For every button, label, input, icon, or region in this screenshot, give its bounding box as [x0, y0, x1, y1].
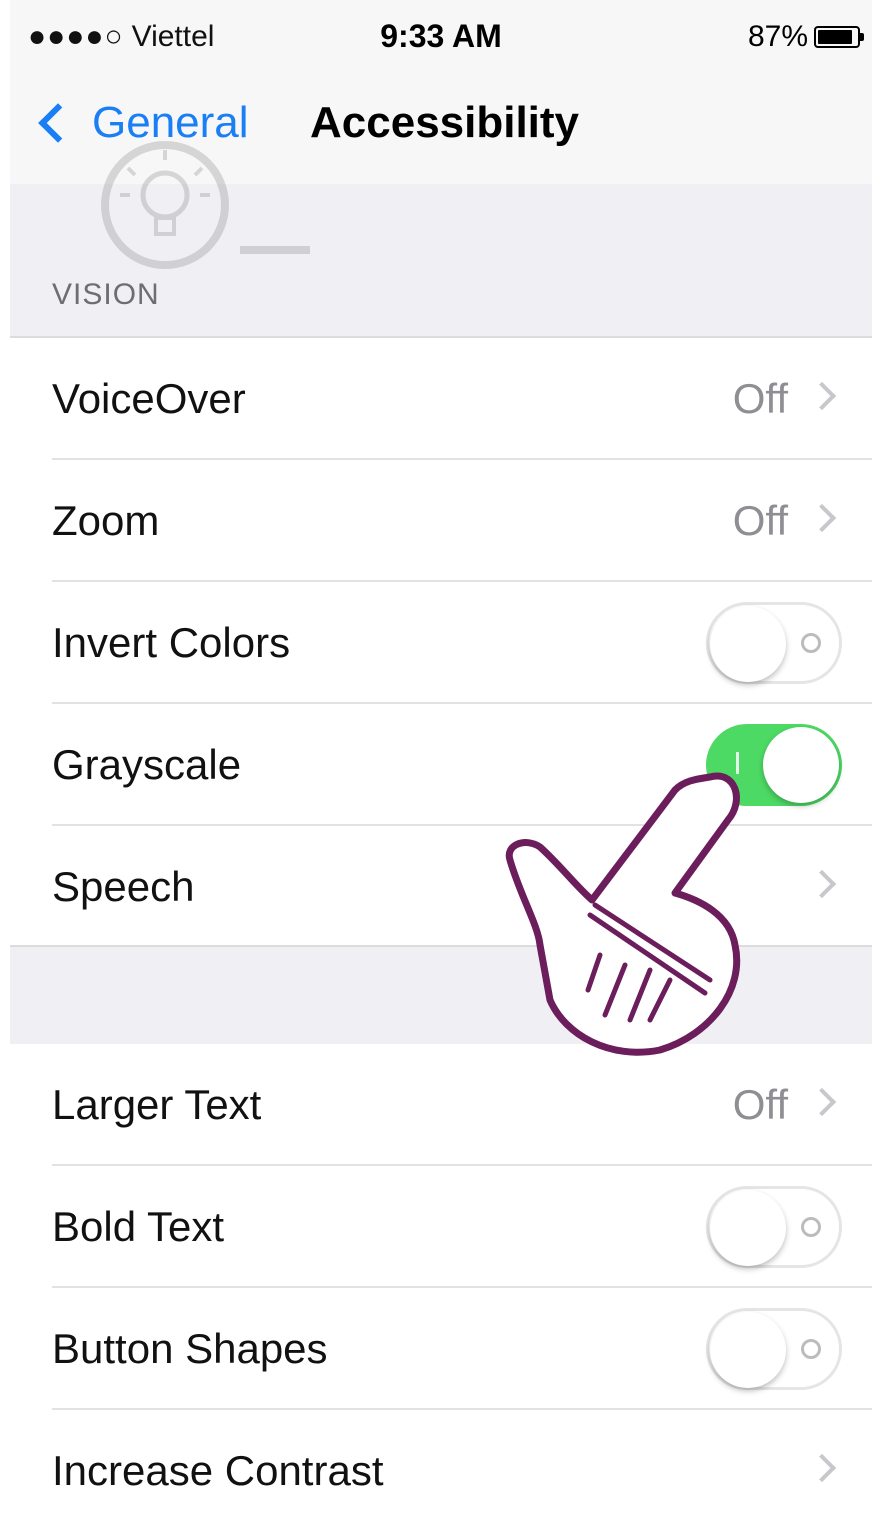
grayscale-toggle[interactable]: [706, 724, 842, 806]
bold-text-toggle[interactable]: [706, 1186, 842, 1268]
row-label: VoiceOver: [52, 375, 246, 422]
navigation-bar: General Accessibility: [10, 80, 872, 186]
section-header-vision: VISION: [10, 184, 872, 338]
row-label: Larger Text: [52, 1081, 262, 1128]
text-settings-group: Larger Text Off Bold Text Button Shapes Incr…: [10, 1044, 872, 1532]
battery-percent: 87%: [747, 20, 808, 53]
chevron-right-icon: [807, 503, 837, 533]
chevron-right-icon: [807, 869, 837, 899]
row-label: Invert Colors: [52, 619, 291, 666]
row-label: Increase Contrast: [52, 1447, 384, 1494]
battery-indicator: 87%: [747, 20, 864, 54]
settings-row-speech[interactable]: Speech: [10, 826, 872, 948]
invert-colors-toggle[interactable]: [706, 602, 842, 684]
row-value: Off: [732, 1081, 788, 1128]
section-header-label: VISION: [52, 278, 160, 311]
row-value: Off: [732, 375, 788, 422]
settings-row-invert-colors: Invert Colors: [10, 582, 872, 704]
row-label: Bold Text: [52, 1203, 224, 1250]
row-label: Speech: [52, 863, 195, 910]
chevron-right-icon: [807, 1453, 837, 1483]
chevron-right-icon: [807, 1087, 837, 1117]
settings-row-bold-text: Bold Text: [10, 1166, 872, 1288]
button-shapes-toggle[interactable]: [706, 1308, 842, 1390]
back-button-label: General: [92, 98, 249, 147]
settings-row-voiceover[interactable]: VoiceOver Off: [10, 338, 872, 460]
row-label: Grayscale: [52, 741, 242, 788]
settings-row-grayscale: Grayscale: [10, 704, 872, 826]
settings-row-zoom[interactable]: Zoom Off: [10, 460, 872, 582]
settings-row-larger-text[interactable]: Larger Text Off: [10, 1044, 872, 1166]
status-bar: ●●●●○ Viettel 9:33 AM 87%: [10, 0, 872, 80]
settings-row-increase-contrast[interactable]: Increase Contrast: [10, 1410, 872, 1532]
status-time: 9:33 AM: [380, 18, 502, 54]
chevron-left-icon: [38, 103, 78, 143]
settings-row-button-shapes: Button Shapes: [10, 1288, 872, 1410]
battery-icon: [814, 26, 864, 48]
row-label: Button Shapes: [52, 1325, 328, 1372]
chevron-right-icon: [807, 381, 837, 411]
toggle-knob: [763, 727, 839, 803]
row-value: Off: [732, 497, 788, 544]
page-title: Accessibility: [310, 98, 580, 147]
toggle-knob: [710, 606, 786, 682]
section-spacer: [10, 945, 872, 1046]
row-label: Zoom: [52, 497, 160, 544]
back-button[interactable]: General: [34, 98, 249, 148]
toggle-knob: [710, 1312, 786, 1388]
toggle-knob: [710, 1190, 786, 1266]
vision-settings-group: VoiceOver Off Zoom Off Invert Colors Grayscal…: [10, 338, 872, 948]
